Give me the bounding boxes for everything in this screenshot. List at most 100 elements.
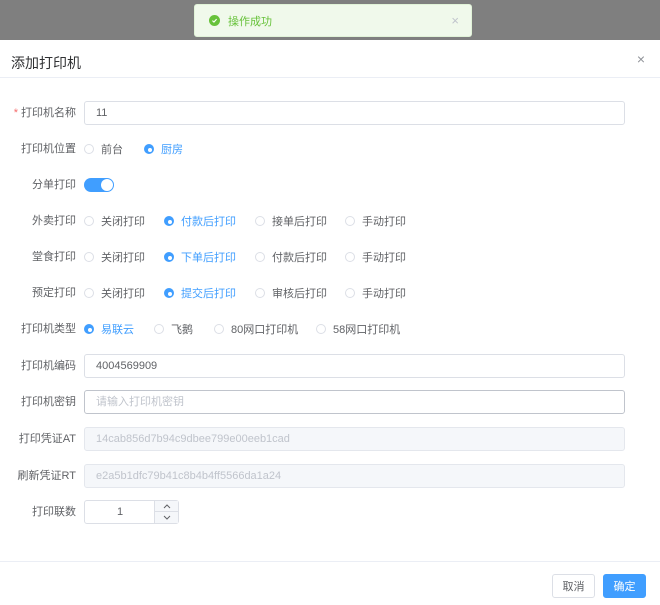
- radio-circle-icon: [154, 324, 164, 334]
- success-toast: 操作成功 ×: [194, 4, 472, 37]
- reserve-radio-after-review[interactable]: 审核后打印: [255, 281, 327, 305]
- switch-knob: [101, 179, 113, 191]
- takeout-row: 外卖打印 关闭打印 付款后打印 接单后打印 手动打印: [0, 209, 660, 233]
- radio-label: 手动打印: [362, 252, 406, 264]
- radio-circle-icon: [214, 324, 224, 334]
- dinein-label: 堂食打印: [32, 251, 76, 263]
- takeout-radio-manual[interactable]: 手动打印: [345, 209, 406, 233]
- radio-circle-icon: [316, 324, 326, 334]
- radio-circle-icon: [84, 216, 94, 226]
- dialog-header: 添加打印机 ×: [0, 40, 660, 78]
- radio-label: 易联云: [101, 324, 134, 336]
- reserve-radio-after-submit[interactable]: 提交后打印: [164, 281, 236, 305]
- radio-label: 手动打印: [362, 216, 406, 228]
- type-radio-80-network[interactable]: 80网口打印机: [214, 317, 298, 341]
- radio-label: 关闭打印: [101, 288, 145, 300]
- radio-checked-icon: [164, 252, 174, 262]
- takeout-label: 外卖打印: [32, 215, 76, 227]
- radio-circle-icon: [345, 216, 355, 226]
- type-radio-58-network[interactable]: 58网口打印机: [316, 317, 400, 341]
- radio-label: 审核后打印: [272, 288, 327, 300]
- radio-label: 付款后打印: [272, 252, 327, 264]
- type-row: 打印机类型 易联云 飞鹅 80网口打印机 58网口打印机: [0, 317, 660, 341]
- secret-label: 打印机密钥: [21, 396, 76, 408]
- chevron-up-icon[interactable]: [155, 501, 178, 512]
- radio-label: 前台: [101, 144, 123, 156]
- position-radio-kitchen[interactable]: 厨房: [144, 137, 183, 161]
- radio-circle-icon: [84, 252, 94, 262]
- radio-label: 关闭打印: [101, 252, 145, 264]
- reserve-label: 预定打印: [32, 287, 76, 299]
- add-printer-dialog: 添加打印机 × *打印机名称 打印机位置 前台 厨房 分单打印 外卖打印 关闭打…: [0, 40, 660, 605]
- radio-label: 下单后打印: [181, 252, 236, 264]
- position-label: 打印机位置: [21, 143, 76, 155]
- dinein-row: 堂食打印 关闭打印 下单后打印 付款后打印 手动打印: [0, 245, 660, 269]
- radio-circle-icon: [255, 252, 265, 262]
- radio-checked-icon: [164, 288, 174, 298]
- copies-stepper[interactable]: 1: [84, 500, 179, 524]
- chevron-down-icon[interactable]: [155, 512, 178, 523]
- dialog-title: 添加打印机: [11, 55, 81, 71]
- check-circle-icon: [209, 15, 220, 26]
- takeout-radio-off[interactable]: 关闭打印: [84, 209, 145, 233]
- at-row: 打印凭证AT: [0, 427, 660, 451]
- position-radio-frontdesk[interactable]: 前台: [84, 137, 123, 161]
- cancel-button[interactable]: 取消: [552, 574, 595, 598]
- name-label-text: 打印机名称: [21, 107, 76, 119]
- dinein-radio-manual[interactable]: 手动打印: [345, 245, 406, 269]
- toast-message: 操作成功: [228, 15, 272, 28]
- code-row: 打印机编码: [0, 354, 660, 378]
- radio-label: 付款后打印: [181, 216, 236, 228]
- radio-circle-icon: [255, 288, 265, 298]
- printer-code-input[interactable]: [84, 354, 625, 378]
- copies-value[interactable]: 1: [85, 501, 155, 523]
- printer-secret-input[interactable]: [84, 390, 625, 414]
- takeout-radio-after-accept[interactable]: 接单后打印: [255, 209, 327, 233]
- access-token-input: [84, 427, 625, 451]
- radio-circle-icon: [84, 144, 94, 154]
- secret-row: 打印机密钥: [0, 390, 660, 414]
- radio-circle-icon: [84, 288, 94, 298]
- name-row: * 打印机名称: [0, 101, 660, 125]
- radio-checked-icon: [84, 324, 94, 334]
- stepper-controls: [154, 501, 178, 523]
- takeout-radio-after-pay[interactable]: 付款后打印: [164, 209, 236, 233]
- radio-checked-icon: [144, 144, 154, 154]
- name-label: * 打印机名称: [14, 101, 76, 125]
- type-radio-yilianyun[interactable]: 易联云: [84, 317, 134, 341]
- radio-circle-icon: [345, 288, 355, 298]
- radio-label: 接单后打印: [272, 216, 327, 228]
- required-mark: *: [13, 107, 18, 119]
- confirm-button[interactable]: 确定: [603, 574, 646, 598]
- type-radio-feie[interactable]: 飞鹅: [154, 317, 193, 341]
- type-label: 打印机类型: [21, 323, 76, 335]
- radio-label: 58网口打印机: [333, 324, 401, 336]
- split-label: 分单打印: [32, 179, 76, 191]
- radio-circle-icon: [345, 252, 355, 262]
- dinein-radio-after-order[interactable]: 下单后打印: [164, 245, 236, 269]
- dialog-footer-divider: [0, 561, 660, 562]
- split-print-switch[interactable]: [84, 178, 114, 192]
- printer-name-input[interactable]: [84, 101, 625, 125]
- radio-label: 关闭打印: [101, 216, 145, 228]
- code-label: 打印机编码: [21, 360, 76, 372]
- dinein-radio-after-pay[interactable]: 付款后打印: [255, 245, 327, 269]
- position-row: 打印机位置 前台 厨房: [0, 137, 660, 161]
- radio-label: 厨房: [161, 144, 183, 156]
- radio-checked-icon: [164, 216, 174, 226]
- reserve-radio-manual[interactable]: 手动打印: [345, 281, 406, 305]
- dinein-radio-off[interactable]: 关闭打印: [84, 245, 145, 269]
- copies-row: 打印联数 1: [0, 500, 660, 524]
- radio-label: 手动打印: [362, 288, 406, 300]
- dialog-close-icon[interactable]: ×: [637, 52, 645, 66]
- radio-label: 80网口打印机: [231, 324, 299, 336]
- rt-label: 刷新凭证RT: [17, 470, 76, 482]
- radio-label: 飞鹅: [171, 324, 193, 336]
- reserve-row: 预定打印 关闭打印 提交后打印 审核后打印 手动打印: [0, 281, 660, 305]
- copies-label: 打印联数: [32, 506, 76, 518]
- toast-close-icon[interactable]: ×: [451, 14, 459, 27]
- reserve-radio-off[interactable]: 关闭打印: [84, 281, 145, 305]
- at-label: 打印凭证AT: [18, 433, 76, 445]
- split-row: 分单打印: [0, 173, 660, 197]
- radio-label: 提交后打印: [181, 288, 236, 300]
